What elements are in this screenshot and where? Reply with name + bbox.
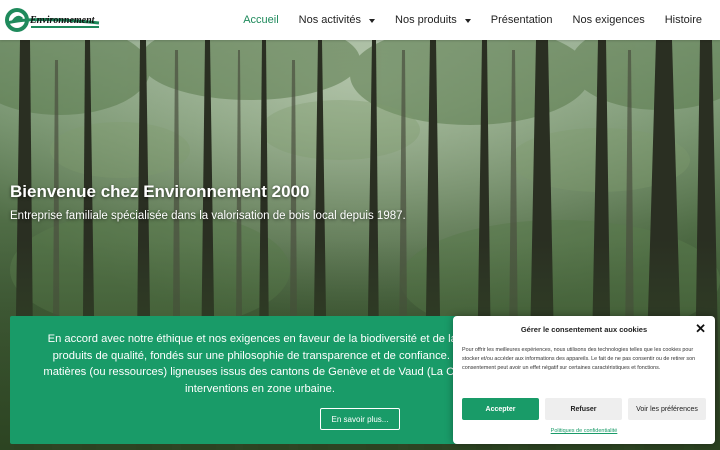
cookie-description: Pour offrir les meilleures expériences, … [462, 347, 696, 371]
hero-title: Bienvenue chez Environnement 2000 [10, 182, 310, 201]
nav-accueil[interactable]: Accueil [243, 14, 278, 26]
nav-label: Présentation [490, 14, 553, 26]
site-header: Environnement Accueil Nos activités Nos … [0, 0, 720, 40]
nav-presentation[interactable]: Présentation [491, 14, 553, 26]
hero-subtitle: Entreprise familiale spécialisée dans la… [10, 210, 406, 222]
view-preferences-button[interactable]: Voir les préférences [628, 398, 706, 420]
accept-button[interactable]: Accepter [462, 398, 539, 420]
nav-label: Nos exigences [572, 14, 645, 26]
nav-label: Nos produits [395, 14, 457, 26]
chevron-down-icon [369, 18, 376, 23]
learn-more-button[interactable]: En savoir plus... [320, 408, 400, 430]
nav-histoire[interactable]: Histoire [665, 14, 702, 26]
intro-line: produits de qualité, fondés sur une phil… [52, 349, 468, 362]
cookie-consent-dialog: Gérer le consentement aux cookies ✕ Pour… [453, 316, 715, 444]
logo-text: Environnement [29, 15, 96, 26]
main-nav: Accueil Nos activités Nos produits Prése… [243, 0, 720, 40]
nav-label: Nos activités [298, 14, 362, 26]
close-icon[interactable]: ✕ [695, 322, 706, 335]
nav-nos-produits[interactable]: Nos produits [395, 14, 471, 26]
intro-line: interventions en zone urbaine. [185, 382, 335, 395]
site-logo[interactable]: Environnement [3, 6, 103, 34]
intro-line: matières (ou ressources) ligneuses issus… [43, 366, 477, 378]
logo-icon: Environnement [5, 8, 100, 32]
intro-text: En accord avec notre éthique et nos exig… [28, 331, 492, 399]
cookie-title: Gérer le consentement aux cookies [520, 325, 648, 334]
nav-label: Accueil [243, 14, 279, 26]
nav-nos-activites[interactable]: Nos activités [298, 14, 376, 26]
nav-nos-exigences[interactable]: Nos exigences [573, 14, 645, 26]
refuse-button[interactable]: Refuser [545, 398, 622, 420]
chevron-down-icon [464, 18, 471, 23]
nav-label: Histoire [664, 14, 702, 26]
privacy-policy-link[interactable]: Politiques de confidentialité [453, 428, 715, 434]
intro-line: En accord avec notre éthique et nos exig… [47, 333, 473, 345]
